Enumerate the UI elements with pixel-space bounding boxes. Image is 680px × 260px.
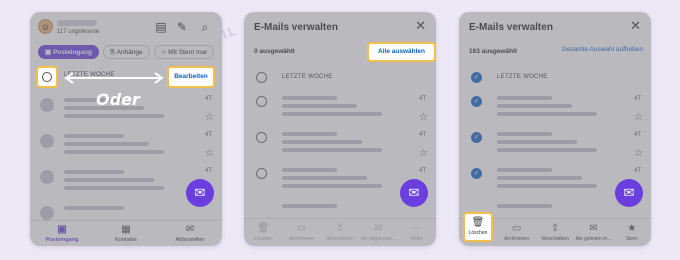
search-icon[interactable]: ⌕ — [198, 20, 212, 34]
selection-count: 0 ausgewählt — [254, 48, 295, 55]
date: 4T — [633, 132, 641, 138]
compose-fab-icon[interactable]: ✉ — [400, 179, 428, 207]
mark-unread-button[interactable]: ✉ Als ungelesen... — [359, 219, 397, 246]
avatar — [40, 98, 54, 112]
filter-chips: ▣ Posteingang ⎘ Anhänge ☆ Mit Stern mar — [38, 45, 222, 59]
bulk-icon[interactable]: ▤ — [154, 20, 168, 34]
delete-button-highlight[interactable]: 🗑 Löschen — [463, 212, 493, 242]
circle-icon — [42, 72, 52, 82]
select-all-week-checkbox[interactable]: ✓ — [471, 72, 482, 83]
header: ☺ 117 ungelesene ▤ ✎ ⌕ — [30, 12, 222, 48]
select-checkbox[interactable] — [36, 66, 58, 88]
unread-count: 117 ungelesene — [57, 29, 100, 35]
section-header: LETZTE WOCHE — [497, 74, 548, 80]
select-all-button[interactable]: Alle auswählen — [367, 42, 436, 62]
star-icon: ★ — [627, 223, 637, 234]
compose-icon[interactable]: ✎ — [175, 20, 189, 34]
star-icon[interactable]: ☆ — [419, 112, 428, 123]
star-icon[interactable]: ☆ — [634, 112, 643, 123]
inbox-screen: ☺ 117 ungelesene ▤ ✎ ⌕ ▣ Posteingang ⎘ A… — [30, 12, 222, 246]
envelope-icon: ✉ — [374, 223, 383, 234]
trash-icon: 🗑 — [256, 223, 270, 234]
archive-icon: ▭ — [511, 223, 522, 234]
page-title: E-Mails verwalten — [469, 22, 553, 33]
user-name — [57, 20, 97, 26]
edit-button[interactable]: Bearbeiten — [167, 66, 215, 88]
chip-starred[interactable]: ☆ Mit Stern mar — [153, 45, 215, 59]
date: 4T — [418, 96, 426, 102]
star-button[interactable]: ★ Stern — [613, 219, 651, 246]
delete-label: Löschen — [468, 230, 488, 236]
date: 4T — [418, 168, 426, 174]
chip-attachments[interactable]: ⎘ Anhänge — [102, 45, 150, 59]
double-arrow-icon — [64, 72, 164, 84]
bottom-nav: ▣ Posteingang ▦ Kontakte ✉ Abbestellen — [30, 220, 222, 246]
star-icon[interactable]: ☆ — [205, 148, 214, 159]
envelope-icon: ✉ — [589, 223, 598, 234]
more-button[interactable]: ⋯ Mehr — [398, 219, 436, 246]
nav-unsubscribe[interactable]: ✉ Abbestellen — [158, 221, 222, 246]
date: 4T — [633, 168, 641, 174]
section-header: LETZTE WOCHE — [282, 74, 333, 80]
close-icon[interactable]: ✕ — [415, 18, 426, 34]
move-icon: ⇪ — [335, 223, 345, 234]
manage-screen-selected: E-Mails verwalten ✕ 163 ausgewählt Gesam… — [459, 12, 651, 246]
date: 4T — [418, 132, 426, 138]
trash-icon: 🗑 — [471, 217, 485, 228]
list-item[interactable]: ✓ 4T ☆ — [459, 94, 651, 130]
star-icon[interactable]: ☆ — [205, 112, 214, 123]
avatar — [40, 206, 54, 220]
row-checkbox[interactable]: ✓ — [471, 168, 482, 179]
select-all-week-checkbox[interactable] — [256, 72, 267, 83]
list-item[interactable]: ✓ 4T ☆ — [459, 130, 651, 166]
date: 4T — [633, 96, 641, 102]
star-icon[interactable]: ☆ — [419, 148, 428, 159]
avatar[interactable]: ☺ — [38, 19, 53, 34]
delete-button[interactable]: 🗑Löschen — [244, 219, 282, 246]
archive-button[interactable]: ▭ Archivieren — [497, 219, 535, 246]
more-icon: ⋯ — [411, 223, 422, 234]
unsubscribe-icon: ✉ — [185, 224, 195, 235]
nav-contacts[interactable]: ▦ Kontakte — [94, 221, 158, 246]
date: 4T — [204, 168, 212, 174]
chip-inbox[interactable]: ▣ Posteingang — [38, 45, 99, 59]
list-item[interactable]: 4T ☆ — [244, 130, 436, 166]
list-item[interactable]: 4T ☆ — [30, 130, 222, 166]
date: 4T — [204, 132, 212, 138]
page-title: E-Mails verwalten — [254, 22, 338, 33]
deselect-all-button[interactable]: Gesamte Auswahl aufheben — [562, 46, 643, 53]
star-icon[interactable]: ☆ — [634, 148, 643, 159]
selection-count: 163 ausgewählt — [469, 48, 518, 55]
action-toolbar: 🗑Löschen ▭Archivieren ⇪Verschieben ✉Als … — [244, 218, 436, 246]
compose-fab-icon[interactable]: ✉ — [615, 179, 643, 207]
row-checkbox[interactable] — [256, 96, 267, 107]
avatar — [40, 134, 54, 148]
archive-button[interactable]: ▭ Archivieren — [282, 219, 320, 246]
inbox-icon: ▣ — [57, 224, 67, 235]
avatar — [40, 170, 54, 184]
close-icon[interactable]: ✕ — [630, 18, 641, 34]
or-label: Oder — [96, 90, 140, 109]
row-checkbox[interactable]: ✓ — [471, 132, 482, 143]
move-icon: ⇪ — [550, 223, 560, 234]
row-checkbox[interactable] — [256, 132, 267, 143]
date: 4T — [204, 96, 212, 102]
list-item[interactable]: 4T ☆ — [244, 94, 436, 130]
row-checkbox[interactable] — [256, 168, 267, 179]
archive-icon: ▭ — [296, 223, 307, 234]
nav-inbox[interactable]: ▣ Posteingang — [30, 221, 94, 246]
move-button[interactable]: ⇪ Verschieben — [321, 219, 359, 246]
compose-fab-icon[interactable]: ✉ — [186, 179, 214, 207]
contacts-icon: ▦ — [121, 224, 131, 235]
row-checkbox[interactable]: ✓ — [471, 96, 482, 107]
move-button[interactable]: ⇪ Verschieben — [536, 219, 574, 246]
mark-read-button[interactable]: ✉ Als gelesen m... — [574, 219, 612, 246]
